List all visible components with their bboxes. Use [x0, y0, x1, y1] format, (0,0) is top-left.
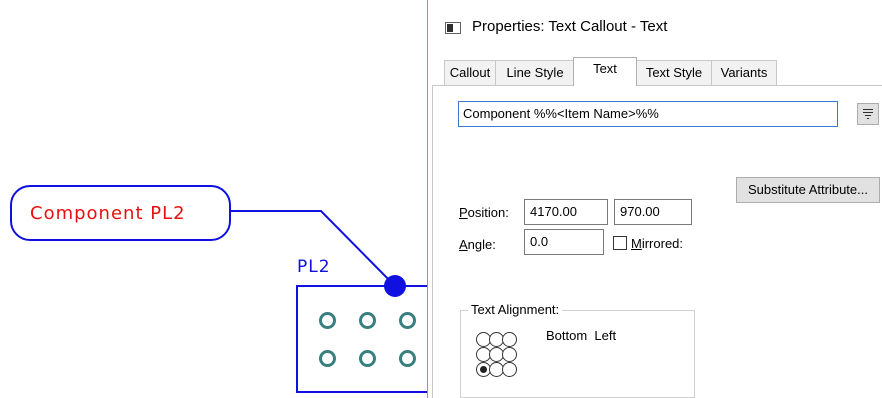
substitute-attribute-button[interactable]: Substitute Attribute...	[736, 177, 880, 203]
position-x-input[interactable]: 4170.00	[524, 199, 608, 225]
tab-callout[interactable]: Callout	[444, 60, 496, 85]
properties-dialog: Properties: Text Callout - Text Callout …	[427, 0, 882, 398]
pad	[359, 312, 376, 329]
schematic-canvas[interactable]: Component PL2 PL2	[0, 0, 446, 398]
tab-variants[interactable]: Variants	[711, 60, 777, 85]
alignment-selection-label: Bottom Left	[546, 328, 617, 343]
ref-designator-label: PL2	[297, 257, 331, 277]
text-alignment-caption: Text Alignment:	[468, 302, 563, 317]
pad	[359, 350, 376, 367]
dialog-title: Properties: Text Callout - Text	[472, 18, 668, 35]
window-icon	[445, 22, 461, 34]
pad	[319, 312, 336, 329]
tab-strip: Callout Line Style Text Text Style Varia…	[428, 57, 882, 86]
callout-text: Component PL2	[30, 202, 186, 224]
component-footprint[interactable]	[296, 285, 446, 393]
screenshot-root: Component PL2 PL2 Properties: Text Callo…	[0, 0, 882, 398]
tab-text[interactable]: Text	[573, 57, 637, 86]
title-bar[interactable]: Properties: Text Callout - Text	[428, 0, 882, 56]
position-y-input[interactable]: 970.00	[614, 199, 692, 225]
mirrored-checkbox[interactable]	[613, 236, 627, 250]
callout-anchor-point[interactable]	[384, 275, 406, 297]
angle-label: Angle:	[459, 237, 496, 252]
tab-line-style[interactable]: Line Style	[495, 60, 575, 85]
pad	[399, 312, 416, 329]
pad	[319, 350, 336, 367]
list-icon	[863, 108, 873, 120]
position-label: Position:	[459, 205, 509, 220]
pad	[399, 350, 416, 367]
tab-text-style[interactable]: Text Style	[636, 60, 712, 85]
insert-attribute-button[interactable]	[857, 103, 879, 125]
angle-input[interactable]: 0.0	[524, 229, 604, 255]
align-top-right-radio[interactable]	[502, 332, 517, 347]
align-middle-right-radio[interactable]	[502, 347, 517, 362]
mirrored-label: Mirrored:	[631, 236, 684, 251]
align-bottom-right-radio[interactable]	[502, 362, 517, 377]
callout-text-input[interactable]: Component %%<Item Name>%%	[458, 101, 838, 127]
text-callout[interactable]: Component PL2	[10, 185, 231, 241]
